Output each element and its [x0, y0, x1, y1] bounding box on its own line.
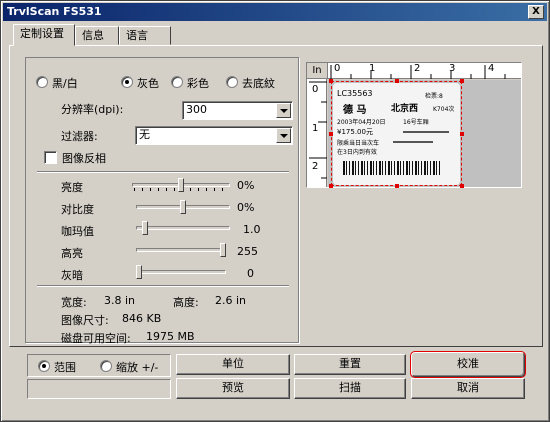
gamma-slider[interactable] [136, 221, 230, 235]
tab-custom-settings[interactable]: 定制设置 [13, 24, 75, 46]
image-size-label: 图像尺寸: [61, 314, 109, 327]
selection-handle[interactable] [395, 79, 399, 83]
resolution-select[interactable]: 300 [182, 101, 293, 120]
height-value: 2.6 in [215, 294, 247, 307]
highlight-label: 高亮 [61, 247, 83, 260]
brightness-value: 0% [237, 179, 255, 192]
radio-zoom-label: 缩放 +/- [116, 361, 159, 374]
chevron-down-icon[interactable] [276, 103, 291, 118]
radio-range-label: 范围 [54, 361, 76, 374]
highlight-slider[interactable] [136, 243, 227, 257]
radio-gray[interactable] [121, 76, 133, 88]
chevron-down-icon[interactable] [276, 128, 291, 143]
reset-button[interactable]: 重置 [294, 354, 406, 375]
resolution-label: 分辨率(dpi): [61, 103, 124, 116]
filter-label: 过滤器: [61, 130, 98, 143]
status-field [27, 379, 171, 399]
selection-handle[interactable] [329, 132, 333, 136]
scan-button[interactable]: 扫描 [294, 378, 406, 399]
filter-select[interactable]: 无 [135, 126, 293, 145]
brightness-slider[interactable] [132, 178, 230, 192]
gamma-label: 咖玛值 [61, 225, 94, 238]
scanner-dialog: TrvlScan FS531 X 定制设置 信息 语言 黑/白 灰色 彩色 去底… [0, 0, 550, 422]
highlight-thumb[interactable] [220, 243, 227, 257]
tab-info[interactable]: 信息 [75, 26, 119, 45]
radio-bw-label: 黑/白 [52, 77, 78, 90]
horizontal-ruler: 0 1 2 3 4 [328, 63, 521, 79]
width-label: 宽度: [61, 296, 87, 309]
selection-handle[interactable] [395, 184, 399, 188]
shadow-thumb[interactable] [135, 265, 142, 279]
ruler-tick-label: 2 [414, 63, 421, 74]
window-title: TrvlScan FS531 [7, 5, 102, 18]
cancel-button[interactable]: 取消 [411, 378, 525, 399]
ruler-tick-label: 2 [312, 161, 319, 172]
ruler-tick-label: 1 [369, 63, 376, 74]
unit-button[interactable]: 单位 [176, 354, 290, 375]
radio-color[interactable] [171, 76, 183, 88]
contrast-label: 对比度 [61, 203, 94, 216]
radio-bw[interactable] [36, 76, 48, 88]
disk-space-value: 1975 MB [146, 330, 195, 343]
radio-range[interactable] [38, 360, 50, 372]
shadow-label: 灰暗 [61, 269, 83, 282]
ruler-tick-label: 4 [488, 63, 495, 74]
shadow-slider[interactable] [135, 265, 226, 279]
brightness-thumb[interactable] [178, 178, 184, 192]
calibrate-button[interactable]: 校准 [410, 351, 526, 378]
ruler-tick-label: 1 [312, 123, 319, 134]
contrast-value: 0% [237, 201, 255, 214]
radio-remove-bg[interactable] [226, 76, 238, 88]
gamma-thumb[interactable] [142, 221, 149, 235]
ruler-tick-label: 0 [312, 84, 319, 95]
selection-handle[interactable] [460, 132, 464, 136]
radio-color-label: 彩色 [187, 77, 209, 90]
radio-gray-label: 灰色 [137, 77, 159, 90]
tab-language[interactable]: 语言 [119, 26, 171, 45]
selection-handle[interactable] [460, 184, 464, 188]
brightness-label: 亮度 [61, 181, 83, 194]
selection-handle[interactable] [329, 184, 333, 188]
ruler-tick-label: 0 [334, 63, 341, 74]
invert-checkbox[interactable] [44, 151, 57, 164]
unit-indicator: In [307, 63, 328, 79]
title-bar: TrvlScan FS531 X [3, 3, 547, 21]
selection-handle[interactable] [329, 79, 333, 83]
radio-remove-bg-label: 去底紋 [242, 77, 275, 90]
scan-selection-box[interactable] [331, 81, 462, 186]
preview-button[interactable]: 预览 [176, 378, 290, 399]
image-size-value: 846 KB [122, 312, 162, 325]
invert-label: 图像反相 [62, 152, 106, 165]
disk-space-label: 磁盘可用空间: [61, 332, 131, 345]
gamma-value: 1.0 [243, 223, 261, 236]
divider [37, 285, 289, 287]
close-button[interactable]: X [528, 5, 544, 19]
divider [37, 171, 289, 173]
shadow-value: 0 [247, 267, 254, 280]
ruler-tick-label: 3 [449, 63, 456, 74]
contrast-slider[interactable] [136, 200, 230, 214]
contrast-thumb[interactable] [180, 200, 186, 214]
height-label: 高度: [173, 296, 199, 309]
selection-handle[interactable] [460, 79, 464, 83]
vertical-ruler: 0 1 2 [307, 79, 327, 187]
highlight-value: 255 [237, 245, 258, 258]
width-value: 3.8 in [104, 294, 136, 307]
radio-zoom[interactable] [100, 360, 112, 372]
